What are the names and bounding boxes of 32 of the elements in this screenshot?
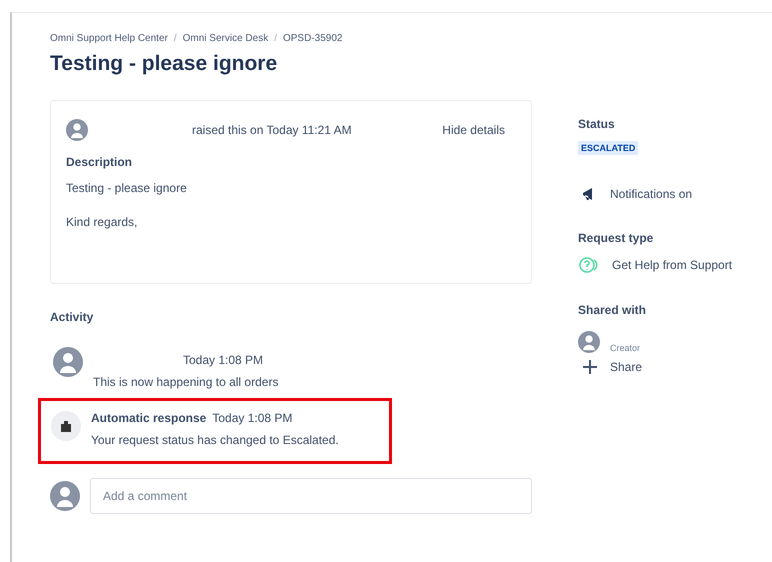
activity-heading: Activity [50, 310, 94, 324]
status-lozenge: ESCALATED [578, 141, 638, 155]
robot-icon [51, 411, 81, 441]
description-text: Kind regards, [66, 215, 138, 229]
breadcrumb-link[interactable]: Omni Support Help Center [50, 33, 168, 44]
notifications-link[interactable]: Notifications on [610, 187, 692, 201]
activity-time: Today 1:08 PM [183, 353, 264, 367]
avatar-icon [50, 481, 80, 511]
activity-time: Today 1:08 PM [212, 411, 292, 425]
comment-field[interactable]: Add a comment [90, 478, 532, 514]
avatar-icon [578, 331, 600, 353]
breadcrumb-separator: / [274, 33, 277, 44]
request-type-label: Request type [578, 231, 654, 245]
raised-info: raised this on Today 11:21 AM [192, 123, 352, 137]
activity-author: Automatic response [91, 411, 206, 425]
activity-message: This is now happening to all orders [93, 375, 278, 389]
avatar-icon [66, 119, 88, 141]
breadcrumb-link[interactable]: OPSD-35902 [282, 33, 342, 44]
description-label: Description [66, 155, 134, 169]
shared-with-label: Shared with [578, 303, 648, 317]
participant-role: Creator [610, 343, 640, 353]
request-type: Get Help from Support [612, 258, 732, 272]
hide-details-link[interactable]: Hide details [442, 123, 505, 137]
breadcrumb-separator: / [174, 33, 177, 44]
activity-message: Your request status has changed to Escalated. [91, 433, 339, 447]
description-text: Testing - please ignore [66, 181, 188, 195]
share-link[interactable]: Share [610, 360, 642, 374]
breadcrumb-link[interactable]: Omni Service Desk [182, 33, 268, 44]
avatar-icon [53, 347, 83, 377]
plus-icon [582, 359, 598, 375]
page-title: Testing - please ignore [50, 52, 278, 76]
status-label: Status [578, 117, 616, 131]
